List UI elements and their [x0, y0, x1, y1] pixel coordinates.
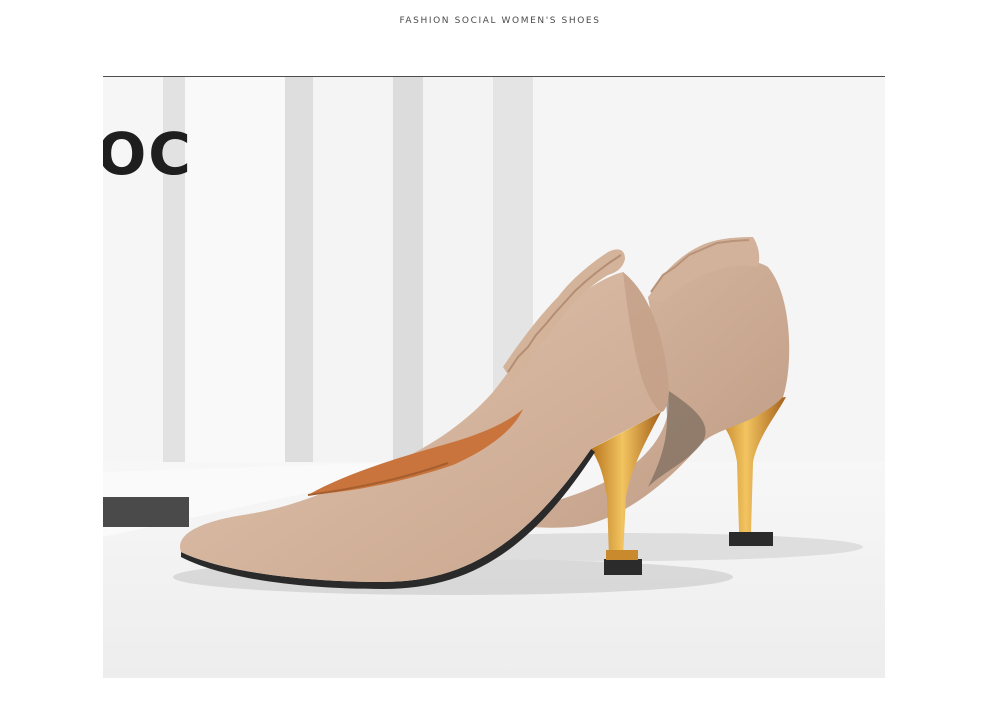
product-photo: OC — [103, 77, 885, 678]
section-title: FASHION SOCIAL WOMEN'S SHOES — [399, 16, 601, 26]
wall-logo-text: OC — [103, 120, 193, 188]
front-shoe-heel-tip — [604, 559, 642, 575]
back-shoe-heel-tip — [729, 532, 773, 546]
shoe-illustration: OC — [103, 77, 885, 678]
magazine-image — [103, 497, 189, 527]
product-page: FASHION SOCIAL WOMEN'S SHOES OC — [0, 0, 1000, 702]
